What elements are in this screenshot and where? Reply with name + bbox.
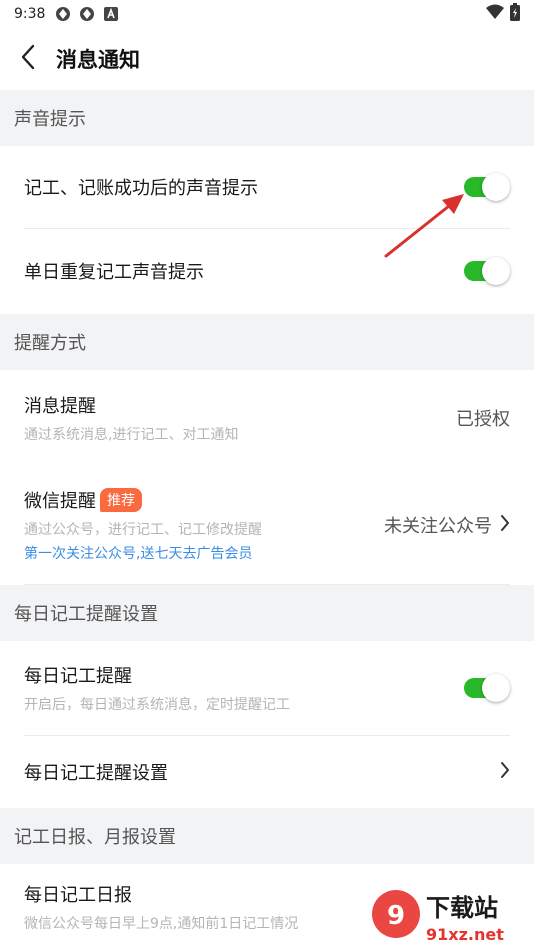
- setting-label: 微信提醒: [24, 491, 96, 512]
- recommend-badge: 推荐: [100, 488, 142, 512]
- section-header-sound: 声音提示: [0, 90, 534, 146]
- status-bar: 9:38: [0, 0, 534, 28]
- wifi-icon: [486, 4, 504, 24]
- setting-description: 微信公众号每日早上9点,通知前1日记工情况: [24, 916, 299, 932]
- follow-status: 未关注公众号: [384, 516, 492, 537]
- setting-description: 通过公众号，进行记工、记工修改提醒: [24, 522, 262, 538]
- authorization-status: 已授权: [456, 409, 510, 430]
- section-header-report: 记工日报、月报设置: [0, 808, 534, 864]
- setting-description: 通过系统消息,进行记工、对工通知: [24, 427, 239, 443]
- setting-label: 记工、记账成功后的声音提示: [24, 178, 258, 199]
- watermark-logo: 9 下载站 91xz.net: [372, 890, 504, 944]
- page-title: 消息通知: [56, 48, 140, 72]
- setting-row-msg-reminder[interactable]: 消息提醒 通过系统消息,进行记工、对工通知 已授权: [0, 370, 534, 466]
- app-header: 消息通知: [0, 28, 534, 90]
- app-a-icon: [103, 6, 119, 22]
- setting-description: 开启后，每日通过系统消息，定时提醒记工: [24, 697, 290, 713]
- section-header-daily-reminder: 每日记工提醒设置: [0, 585, 534, 641]
- setting-label: 单日重复记工声音提示: [24, 262, 204, 283]
- app-notification-icon: [55, 6, 71, 22]
- annotation-arrow: [384, 194, 464, 258]
- daily-reminder-toggle[interactable]: [464, 674, 510, 702]
- watermark-text: 下载站: [426, 894, 498, 922]
- chevron-right-icon: [500, 514, 510, 537]
- back-button[interactable]: [0, 28, 56, 90]
- setting-label: 消息提醒: [24, 396, 96, 417]
- setting-row-wechat-reminder[interactable]: 微信提醒 推荐 通过公众号，进行记工、记工修改提醒 第一次关注公众号,送七天去广…: [0, 466, 534, 584]
- watermark-url: 91xz.net: [426, 925, 504, 944]
- section-header-reminder-method: 提醒方式: [0, 314, 534, 370]
- setting-row-daily-reminder-settings[interactable]: 每日记工提醒设置: [0, 736, 534, 808]
- chevron-left-icon: [20, 44, 36, 74]
- promo-link[interactable]: 第一次关注公众号,送七天去广告会员: [24, 543, 262, 563]
- app-notification-icon: [79, 6, 95, 22]
- setting-row-daily-reminder: 每日记工提醒 开启后，每日通过系统消息，定时提醒记工: [0, 641, 534, 735]
- battery-icon: [510, 3, 520, 25]
- setting-label: 每日记工提醒: [24, 666, 132, 687]
- svg-text:9: 9: [387, 901, 405, 931]
- chevron-right-icon: [500, 761, 510, 784]
- setting-label: 每日记工日报: [24, 885, 132, 906]
- status-time: 9:38: [14, 6, 46, 22]
- setting-label: 每日记工提醒设置: [24, 763, 168, 784]
